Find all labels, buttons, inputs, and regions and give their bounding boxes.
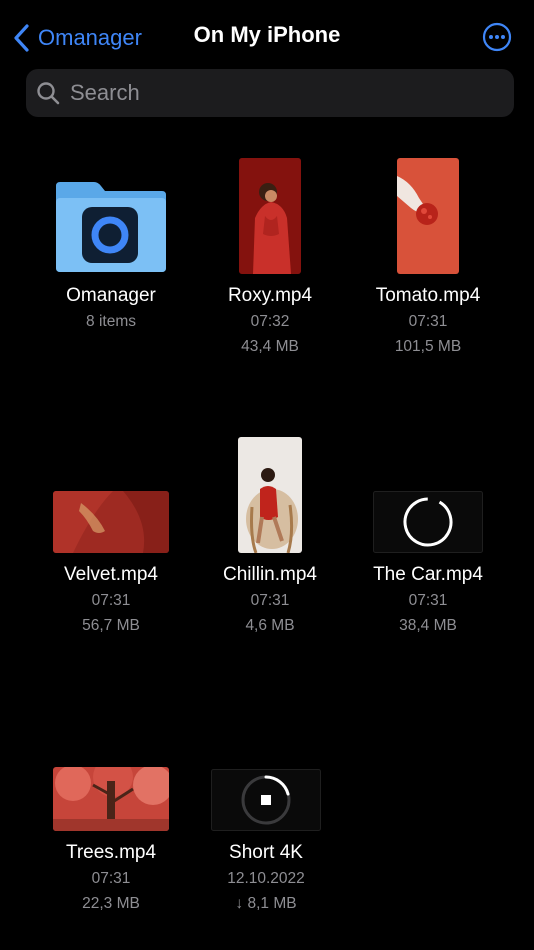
downloading-thumbnail xyxy=(211,769,321,831)
file-meta-count: 8 items xyxy=(86,313,136,330)
file-name: Roxy.mp4 xyxy=(227,285,313,306)
search-input[interactable] xyxy=(68,79,492,107)
file-meta-size: 38,4 MB xyxy=(399,617,457,634)
file-item-trees[interactable]: Trees.mp4 07:31 22,3 MB xyxy=(36,707,186,927)
loading-thumbnail xyxy=(373,491,483,553)
file-meta-time: 07:32 xyxy=(250,313,290,330)
file-meta-time: 07:31 xyxy=(91,870,131,887)
file-item-short-4k[interactable]: Short 4K 12.10.2022 ↓ 8,1 MB xyxy=(191,707,341,927)
video-thumbnail xyxy=(53,767,169,831)
file-meta-size: 56,7 MB xyxy=(82,617,140,634)
thumbnail-area xyxy=(195,429,345,553)
file-name: Chillin.mp4 xyxy=(223,564,317,585)
file-meta-size: 43,4 MB xyxy=(241,338,299,355)
page-title: On My iPhone xyxy=(193,22,341,47)
video-thumbnail xyxy=(238,437,302,553)
file-meta-time: 07:31 xyxy=(91,592,131,609)
file-name: Short 4K xyxy=(229,842,303,863)
video-thumbnail xyxy=(53,491,169,553)
folder-icon xyxy=(56,182,166,272)
file-meta-size: 22,3 MB xyxy=(82,895,140,912)
search-icon xyxy=(37,82,60,105)
file-name: Trees.mp4 xyxy=(65,842,157,863)
file-item-roxy[interactable]: Roxy.mp4 07:32 43,4 MB xyxy=(195,150,345,370)
file-meta-time: 07:31 xyxy=(250,592,290,609)
file-item-velvet[interactable]: Velvet.mp4 07:31 56,7 MB xyxy=(36,429,186,649)
thumbnail-area xyxy=(36,150,186,274)
file-item-the-car[interactable]: The Car.mp4 07:31 38,4 MB xyxy=(353,429,503,649)
thumbnail-area xyxy=(195,150,345,274)
file-name: The Car.mp4 xyxy=(373,564,483,585)
file-name: Tomato.mp4 xyxy=(375,285,481,306)
thumbnail-area xyxy=(191,707,341,831)
file-meta-size: 4,6 MB xyxy=(245,617,295,634)
search-bar[interactable] xyxy=(26,69,514,117)
file-meta-date: 12.10.2022 xyxy=(227,870,305,887)
thumbnail-area xyxy=(353,150,503,274)
file-item-chillin[interactable]: Chillin.mp4 07:31 4,6 MB xyxy=(195,429,345,649)
more-options-icon[interactable] xyxy=(482,22,512,52)
file-meta-time: 07:31 xyxy=(408,313,448,330)
file-meta-download-size: ↓ 8,1 MB xyxy=(235,895,297,912)
file-meta-time: 07:31 xyxy=(408,592,448,609)
file-item-omanager-folder[interactable]: Omanager 8 items xyxy=(36,150,186,350)
navigation-bar: Omanager On My iPhone xyxy=(0,0,534,74)
thumbnail-area xyxy=(36,429,186,553)
file-item-tomato[interactable]: Tomato.mp4 07:31 101,5 MB xyxy=(353,150,503,370)
video-thumbnail xyxy=(239,158,301,274)
file-name: Velvet.mp4 xyxy=(64,564,158,585)
file-name: Omanager xyxy=(66,285,156,306)
thumbnail-area xyxy=(36,707,186,831)
video-thumbnail xyxy=(397,158,459,274)
thumbnail-area xyxy=(353,429,503,553)
file-meta-size: 101,5 MB xyxy=(394,338,462,355)
